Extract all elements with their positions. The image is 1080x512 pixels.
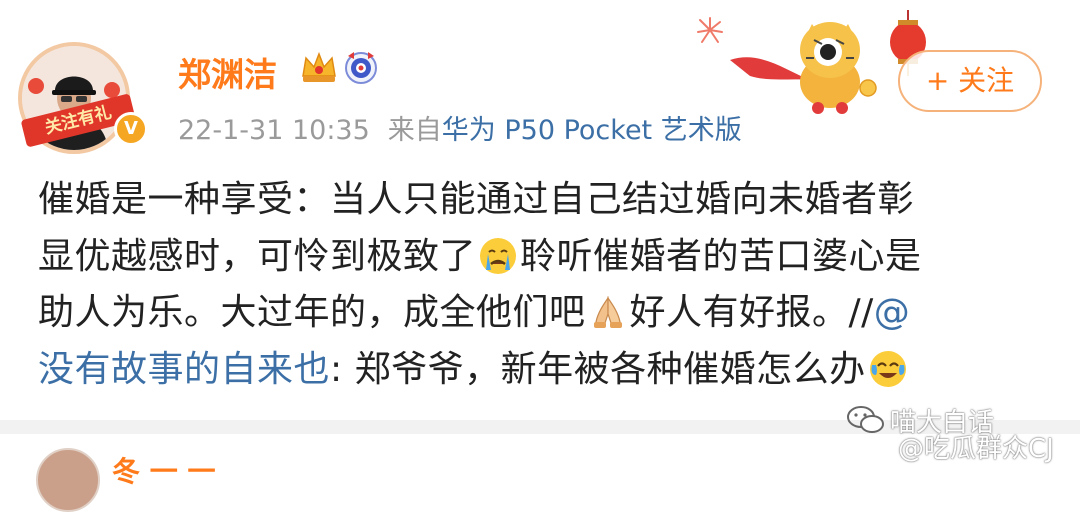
post-timestamp: 22-1-31 10:35 xyxy=(178,115,370,146)
mention-at-symbol[interactable]: @ xyxy=(874,292,911,333)
post-meta: 22-1-31 10:35 来自华为 P50 Pocket 艺术版 xyxy=(178,108,742,147)
avatar-container[interactable]: 关注有礼 V xyxy=(14,42,150,154)
source-prefix: 来自 xyxy=(387,115,442,146)
post-text-line-1: 催婚是一种享受：当人只能通过自己结过婚向未婚者彰 xyxy=(38,179,915,220)
weibo-post-card: 关注有礼 V 郑渊洁 22-1-31 10:35 来自华为 P50 Pocket … xyxy=(0,0,1080,420)
post-body: 催婚是一种享受：当人只能通过自己结过婚向未婚者彰 显优越感时，可怜到极致了 聆听… xyxy=(38,172,1038,398)
post-text-line-3a: 助人为乐。大过年的，成全他们吧 xyxy=(38,292,586,333)
username[interactable]: 郑渊洁 xyxy=(178,48,277,96)
watermark-handle: @吃瓜群众CJ xyxy=(898,434,1054,464)
post-text-line-3b: 好人有好报。// xyxy=(629,292,874,333)
post-text-line-2a: 显优越感时，可怜到极致了 xyxy=(38,235,477,277)
vip-badge-icon[interactable] xyxy=(344,50,378,86)
post-text-line-2b: 聆听催婚者的苦口婆心是 xyxy=(520,235,922,277)
verified-badge: V xyxy=(114,112,148,146)
mention-link[interactable]: 没有故事的自来也 xyxy=(38,349,330,390)
post-text-line-4: : 郑爷爷，新年被各种催婚怎么办 xyxy=(330,348,866,390)
next-post-avatar[interactable] xyxy=(36,448,100,512)
next-post-username[interactable]: 冬 一 一 xyxy=(112,450,216,490)
wechat-logo-icon xyxy=(847,406,884,433)
follow-button[interactable]: + 关注 xyxy=(898,50,1042,112)
praying-hands-icon xyxy=(593,296,622,328)
crying-face-icon xyxy=(480,237,517,274)
crown-icon[interactable] xyxy=(300,50,338,86)
tears-of-joy-icon xyxy=(869,350,906,387)
